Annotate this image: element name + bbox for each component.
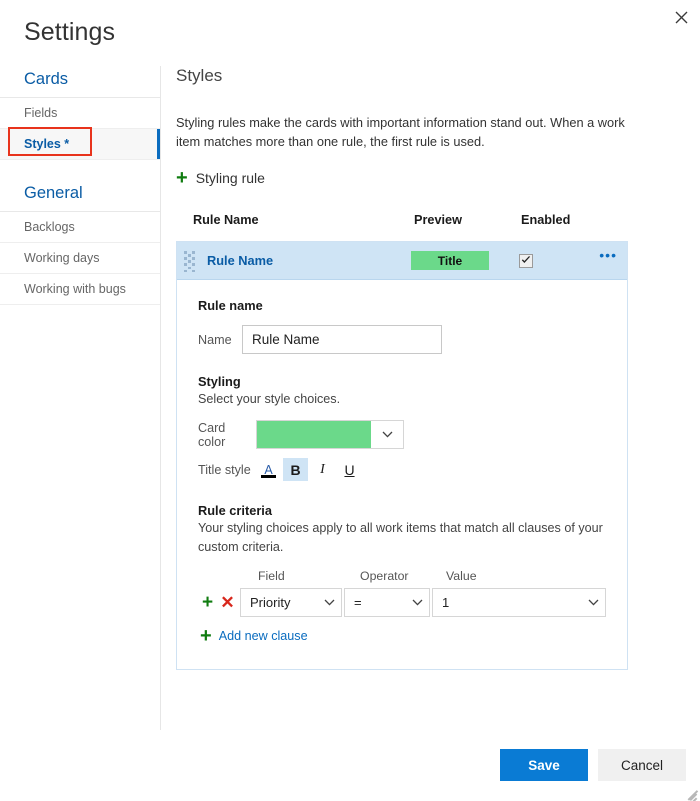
card-color-label: Card color bbox=[198, 421, 256, 449]
sidebar-item-working-with-bugs[interactable]: Working with bugs bbox=[0, 274, 160, 305]
rule-editor-body: Rule name Name Styling Select your style… bbox=[177, 280, 627, 669]
spacer bbox=[198, 354, 627, 374]
styling-section-heading: Styling bbox=[198, 374, 627, 389]
font-color-button[interactable]: A bbox=[256, 458, 281, 481]
sidebar-item-label: Working days bbox=[24, 251, 100, 265]
panel-description: Styling rules make the cards with import… bbox=[176, 114, 636, 151]
cancel-button[interactable]: Cancel bbox=[598, 749, 686, 781]
styling-section-description: Select your style choices. bbox=[198, 390, 627, 408]
chevron-down-icon bbox=[371, 431, 403, 438]
add-new-clause-label: Add new clause bbox=[219, 629, 308, 643]
sidebar-item-working-days[interactable]: Working days bbox=[0, 243, 160, 274]
sidebar-item-label: Styles * bbox=[24, 137, 69, 151]
drag-handle-icon[interactable] bbox=[184, 251, 195, 272]
underline-button[interactable]: U bbox=[337, 458, 362, 481]
column-header-enabled: Enabled bbox=[521, 213, 570, 227]
chevron-down-icon bbox=[405, 599, 429, 606]
clause-operator-select[interactable]: = bbox=[344, 588, 430, 617]
page-title: Settings bbox=[24, 18, 115, 47]
criteria-section-description: Your styling choices apply to all work i… bbox=[198, 519, 618, 556]
rule-name-section-heading: Rule name bbox=[198, 298, 627, 313]
sidebar-group-cards-label: Cards bbox=[0, 66, 160, 95]
sidebar-group-general-label: General bbox=[0, 180, 160, 209]
clause-value-select[interactable]: 1 bbox=[432, 588, 606, 617]
sidebar-item-backlogs[interactable]: Backlogs bbox=[0, 212, 160, 243]
sidebar-item-label: Working with bugs bbox=[24, 282, 126, 296]
chevron-down-icon bbox=[581, 599, 605, 606]
title-style-buttons: A B I U bbox=[256, 458, 362, 481]
rule-preview-badge: Title bbox=[411, 251, 489, 270]
dialog-footer: Save Cancel bbox=[0, 730, 700, 801]
resize-grip[interactable] bbox=[684, 785, 697, 798]
name-field-label: Name bbox=[198, 333, 242, 347]
styles-panel: Styles Styling rules make the cards with… bbox=[176, 66, 686, 670]
column-header-rule-name: Rule Name bbox=[193, 213, 259, 227]
add-styling-rule-label: Styling rule bbox=[196, 170, 265, 186]
chevron-down-icon bbox=[317, 599, 341, 606]
rule-name-value: Rule Name bbox=[207, 253, 273, 268]
clause-value-value: 1 bbox=[442, 595, 581, 610]
rule-enabled-checkbox[interactable] bbox=[519, 254, 533, 268]
sidebar-item-label: Backlogs bbox=[24, 220, 75, 234]
rules-table-header: Rule Name Preview Enabled bbox=[176, 213, 686, 233]
clause-column-field: Field bbox=[258, 569, 285, 583]
settings-sidebar: Cards Fields Styles * General Backlogs W… bbox=[0, 66, 160, 730]
sidebar-item-styles[interactable]: Styles * bbox=[0, 129, 160, 160]
card-color-picker[interactable] bbox=[256, 420, 404, 449]
clause-field-value: Priority bbox=[250, 595, 317, 610]
clause-column-labels: Field Operator Value bbox=[198, 569, 627, 586]
title-style-label: Title style bbox=[198, 463, 256, 477]
sidebar-item-label: Fields bbox=[24, 106, 57, 120]
title-style-row: Title style A B I U bbox=[198, 458, 627, 481]
clause-column-operator: Operator bbox=[360, 569, 409, 583]
sidebar-item-fields[interactable]: Fields bbox=[0, 98, 160, 129]
clause-operator-value: = bbox=[354, 595, 405, 610]
save-button[interactable]: Save bbox=[500, 749, 588, 781]
rule-name-input[interactable] bbox=[242, 325, 442, 354]
criteria-section-heading: Rule criteria bbox=[198, 503, 627, 518]
sidebar-spacer bbox=[0, 160, 160, 180]
card-color-swatch bbox=[257, 421, 371, 448]
add-clause-icon[interactable]: + bbox=[198, 593, 217, 612]
close-icon[interactable] bbox=[668, 4, 694, 30]
add-styling-rule-button[interactable]: + Styling rule bbox=[176, 168, 265, 188]
add-new-clause-button[interactable]: + Add new clause bbox=[200, 626, 308, 646]
bold-button[interactable]: B bbox=[283, 458, 308, 481]
clause-field-select[interactable]: Priority bbox=[240, 588, 342, 617]
table-row[interactable]: Rule Name Title ••• bbox=[177, 242, 627, 280]
column-header-preview: Preview bbox=[414, 213, 462, 227]
sidebar-vertical-divider bbox=[160, 66, 161, 730]
clause-row: + ✕ Priority = bbox=[198, 588, 627, 617]
plus-icon: + bbox=[200, 626, 212, 646]
italic-button[interactable]: I bbox=[310, 458, 335, 481]
rule-name-field-row: Name bbox=[198, 325, 627, 354]
plus-icon: + bbox=[176, 168, 188, 188]
clause-column-value: Value bbox=[446, 569, 477, 583]
card-color-row: Card color bbox=[198, 420, 627, 449]
remove-clause-icon[interactable]: ✕ bbox=[217, 594, 238, 611]
rule-context-menu-button[interactable]: ••• bbox=[599, 248, 617, 262]
styling-rule-card: Rule Name Title ••• Rule name Name Styli… bbox=[176, 241, 628, 670]
settings-dialog: Settings Cards Fields Styles * General B… bbox=[0, 0, 700, 801]
panel-title: Styles bbox=[176, 66, 686, 86]
